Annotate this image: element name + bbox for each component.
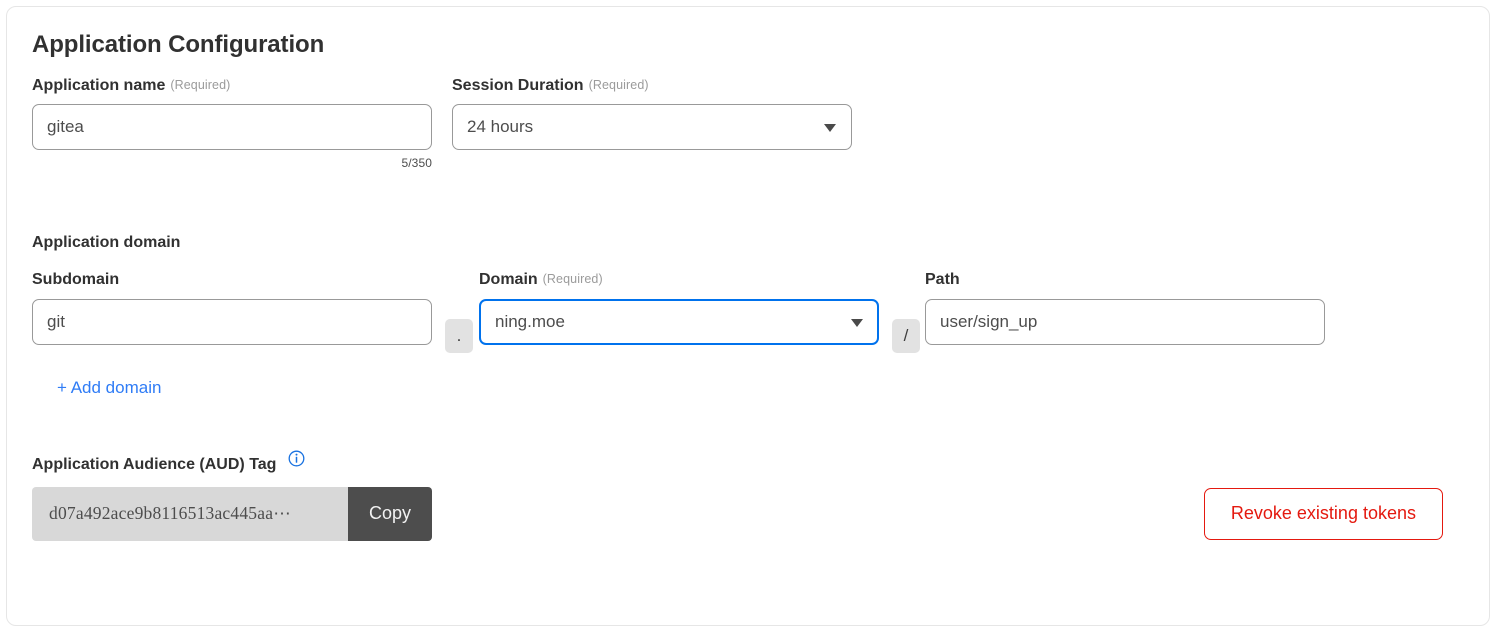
revoke-existing-tokens-button[interactable]: Revoke existing tokens (1203, 487, 1443, 540)
subdomain-label: Subdomain (32, 270, 120, 288)
page-title: Application Configuration (32, 31, 325, 58)
application-name-label-text: Application name (32, 76, 166, 94)
add-domain-row: + Add domain (32, 378, 1469, 398)
aud-tag-label: Application Audience (AUD) Tag (32, 455, 277, 473)
session-duration-select[interactable]: 24 hours (452, 103, 852, 150)
application-domain-section: Application domain Subdomain . Domain (Re… (32, 233, 1469, 398)
session-duration-select-value[interactable]: 24 hours (452, 103, 852, 150)
aud-tag-section: Application Audience (AUD) Tag d07a492ac… (32, 450, 1469, 541)
session-duration-label-text: Session Duration (452, 76, 584, 94)
aud-tag-box: d07a492ace9b8116513ac445aa⋯ Copy (32, 486, 433, 541)
field-domain: Domain (Required) ning.moe (479, 270, 879, 345)
domain-select-value[interactable]: ning.moe (479, 298, 879, 345)
dot-separator: . (445, 318, 473, 353)
aud-tag-row: d07a492ace9b8116513ac445aa⋯ Copy Revoke … (32, 486, 1469, 541)
aud-tag-value: d07a492ace9b8116513ac445aa⋯ (32, 486, 348, 541)
application-name-counter: 5/350 (401, 155, 432, 170)
row-app-name-session: Application name (Required) 5/350 Session… (32, 71, 1469, 211)
add-domain-link[interactable]: + Add domain (57, 378, 161, 398)
domain-fields-row: Subdomain . Domain (Required) ning.moe (32, 270, 1469, 370)
subdomain-input[interactable] (32, 298, 432, 345)
field-session-duration: Session Duration (Required) 24 hours (452, 76, 852, 150)
application-name-label: Application name (Required) (32, 76, 432, 95)
application-domain-heading: Application domain (32, 233, 181, 251)
session-duration-required-hint: (Required) (588, 77, 649, 92)
path-label: Path (925, 270, 960, 288)
field-application-name: Application name (Required) 5/350 (32, 76, 432, 170)
info-circle-icon[interactable] (288, 450, 305, 472)
slash-separator: / (892, 318, 920, 353)
domain-label-text: Domain (479, 270, 538, 288)
application-configuration-card: Application Configuration Application na… (6, 6, 1490, 626)
aud-tag-label-row: Application Audience (AUD) Tag (32, 450, 1469, 474)
field-subdomain: Subdomain (32, 270, 432, 345)
session-duration-label: Session Duration (Required) (452, 76, 852, 95)
card-inner: Application Configuration Application na… (32, 31, 1469, 541)
application-name-input[interactable] (32, 103, 432, 150)
copy-button[interactable]: Copy (348, 486, 433, 541)
path-input[interactable] (925, 298, 1325, 345)
domain-required-hint: (Required) (542, 271, 603, 286)
domain-select[interactable]: ning.moe (479, 298, 879, 345)
field-path: Path (925, 270, 1325, 345)
domain-label: Domain (Required) (479, 270, 879, 289)
application-name-required-hint: (Required) (170, 77, 231, 92)
